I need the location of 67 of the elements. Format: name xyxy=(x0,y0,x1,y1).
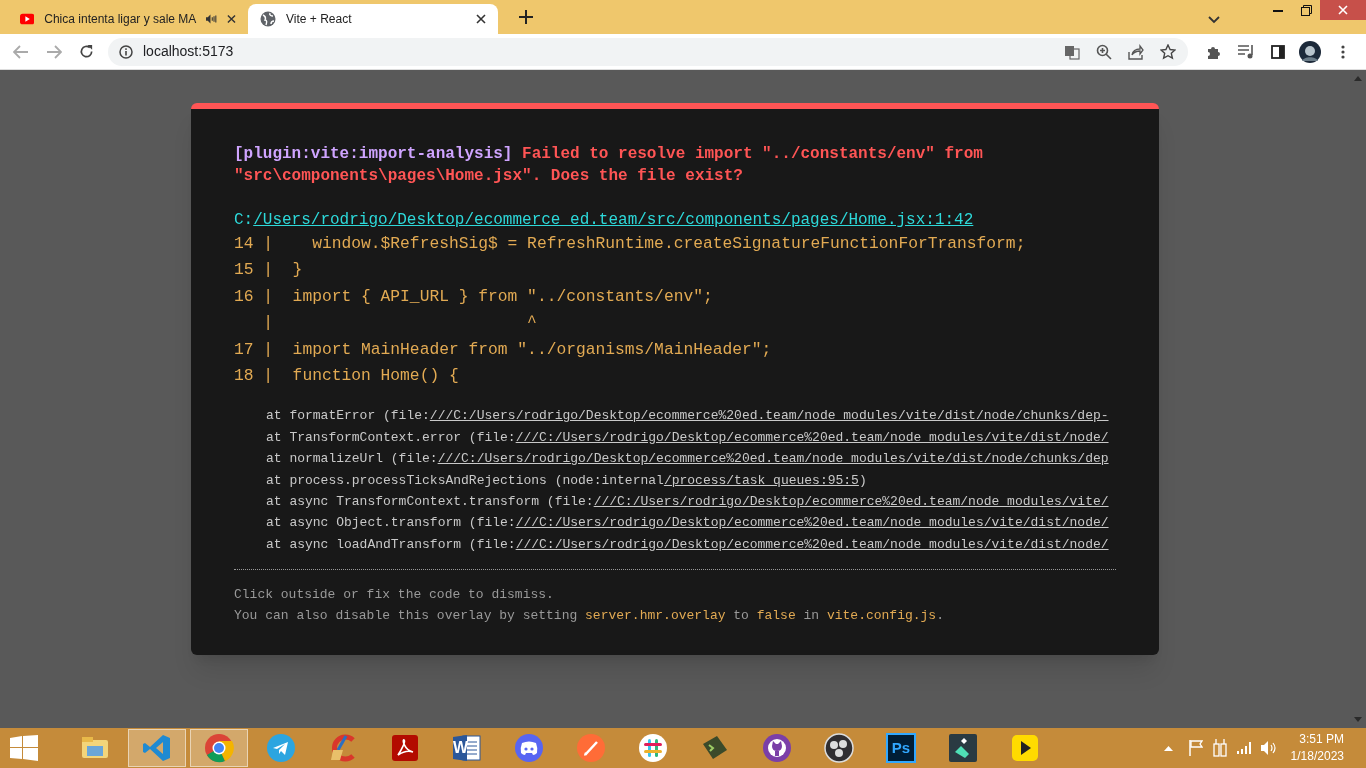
translate-icon[interactable] xyxy=(1064,43,1080,60)
document-icon xyxy=(389,732,421,764)
flag-icon[interactable] xyxy=(1188,740,1203,756)
file-link[interactable]: ///C:/Users/rodrigo/Desktop/ecommerce%20ed.team/node_modules/vite/dist/node/ xyxy=(515,536,1109,552)
file-link[interactable]: ///C:/Users/rodrigo/Desktop/ecommerce%20ed.team/node_modules/vite/dist/node/ xyxy=(515,515,1109,531)
app-logo-letters: W xyxy=(453,738,469,758)
close-icon xyxy=(1338,5,1348,15)
photo-app-icon xyxy=(885,732,917,764)
error-message: [plugin:vite:import-analysis] Failed to resolve import "../constants/env" from "src\components\pages\Home.jsx". Does the file exist? xyxy=(234,144,984,187)
aperture-icon xyxy=(823,732,855,764)
tab-title: Chica intenta ligar y sale MA xyxy=(44,11,197,28)
stack-trace-line: at TransformContext.error (file:///C:/Users/rodrigo/Desktop/ecommerce%20ed.team/node_modules/vite/dist/node/ xyxy=(266,428,1110,447)
paper-plane-icon xyxy=(265,732,297,764)
volume-icon[interactable] xyxy=(1260,741,1277,755)
restore-icon[interactable] xyxy=(1300,4,1312,16)
play-logo-icon xyxy=(20,13,35,25)
file-link[interactable]: /process/task_queues:95:5 xyxy=(663,472,859,488)
stack-trace-line: at process.processTicksAndRejections (node:internal/process/task_queues:95:5) xyxy=(266,471,868,490)
pen-icon xyxy=(575,732,607,764)
signal-icon[interactable] xyxy=(1236,742,1253,754)
info-icon xyxy=(119,44,133,59)
start-button[interactable] xyxy=(10,735,38,761)
chrome-icon xyxy=(203,732,235,764)
stack-trace-line: at formatError (file:///C:/Users/rodrigo/Desktop/ecommerce%20ed.team/node_modules/vite/dist/node/chunks/dep- xyxy=(266,407,1110,426)
globe-icon xyxy=(260,11,276,27)
battery-icon[interactable] xyxy=(1212,739,1227,757)
tab-title: Vite + React xyxy=(286,11,353,28)
play-icon xyxy=(1009,732,1041,764)
file-path-text: C: xyxy=(234,211,254,229)
file-link[interactable]: ///C:/Users/rodrigo/Desktop/ecommerce%20ed.team/node_modules/vite/dist/node/ xyxy=(515,429,1109,445)
tray-expand-icon[interactable] xyxy=(1163,745,1173,751)
close-tab-icon[interactable] xyxy=(227,14,236,24)
address-bar[interactable]: localhost:5173 xyxy=(108,37,1188,66)
overlay-tip-text: You can also disable this overlay by setting server.hmr.overlay to false in vite.config.js. xyxy=(234,607,945,626)
taskbar-button[interactable]: W xyxy=(438,729,496,767)
media-icon[interactable] xyxy=(1238,44,1256,59)
file-link[interactable]: /Users/rodrigo/Desktop/ecommerce ed.team/src/components/pages/Home.jsx:1:42 xyxy=(253,211,974,229)
file-link[interactable]: ///C:/Users/rodrigo/Desktop/ecommerce%20ed.team/node_modules/vite/dist/node/chunks/dep xyxy=(437,451,1109,467)
game-controller-icon xyxy=(513,732,545,764)
star-icon[interactable] xyxy=(1160,43,1176,60)
minimize-icon[interactable] xyxy=(1273,8,1283,12)
stack-trace-line: at async Object.transform (file:///C:/Users/rodrigo/Desktop/ecommerce%20ed.team/node_modules/vite/dist/node/ xyxy=(266,514,1110,533)
new-tab-icon[interactable] xyxy=(519,10,533,24)
code-frame: 14 | window.$RefreshSig$ = RefreshRuntime.createSignatureFunctionForTransform; 15 | } 16 | import { API_URL } from "../constants/env"; | ^ 17 | import MainHeader from "../organisms/MainHeader"; 18 | function Home() { xyxy=(234,231,1116,390)
app-logo-letters: Ps xyxy=(891,737,911,758)
dismiss-tip-text: Click outside or fix the code to dismiss. xyxy=(234,586,555,605)
side-panel-icon[interactable] xyxy=(1271,44,1285,59)
browser-tab[interactable]: Chica intenta ligar y sale MA xyxy=(8,4,248,34)
hash-icon xyxy=(637,732,669,764)
tab-list-icon[interactable] xyxy=(1208,16,1220,24)
browser-tab[interactable]: Vite + React xyxy=(248,4,498,34)
stack-trace-line: at async TransformContext.transform (file:///C:/Users/rodrigo/Desktop/ecommerce%20ed.team/node_modules/vite/ xyxy=(266,493,1110,512)
stack-trace-line: at normalizeUrl (file:///C:/Users/rodrigo/Desktop/ecommerce%20ed.team/node_modules/vite/dist/node/chunks/dep xyxy=(266,450,1110,469)
menu-icon[interactable] xyxy=(1341,44,1345,59)
file-link[interactable]: ///C:/Users/rodrigo/Desktop/ecommerce%20ed.team/node_modules/vite/ xyxy=(593,494,1109,510)
document-icon xyxy=(451,732,483,764)
stack-trace-line: at async loadAndTransform (file:///C:/Users/rodrigo/Desktop/ecommerce%20ed.team/node_modules/vite/dist/node/ xyxy=(266,535,1110,554)
close-button[interactable] xyxy=(1320,0,1366,20)
share-icon[interactable] xyxy=(1128,43,1144,60)
speaker-icon[interactable] xyxy=(206,14,218,24)
url-text: localhost:5173 xyxy=(143,42,234,61)
close-tab-icon[interactable] xyxy=(476,14,486,24)
taskbar-button[interactable]: Ps xyxy=(872,729,930,767)
zoom-icon[interactable] xyxy=(1096,43,1112,60)
profile-avatar-icon[interactable] xyxy=(1299,40,1321,63)
reload-icon[interactable] xyxy=(79,44,94,59)
file-link[interactable]: ///C:/Users/rodrigo/Desktop/ecommerce%20ed.team/node_modules/vite/dist/node/chunks/dep- xyxy=(429,408,1109,424)
